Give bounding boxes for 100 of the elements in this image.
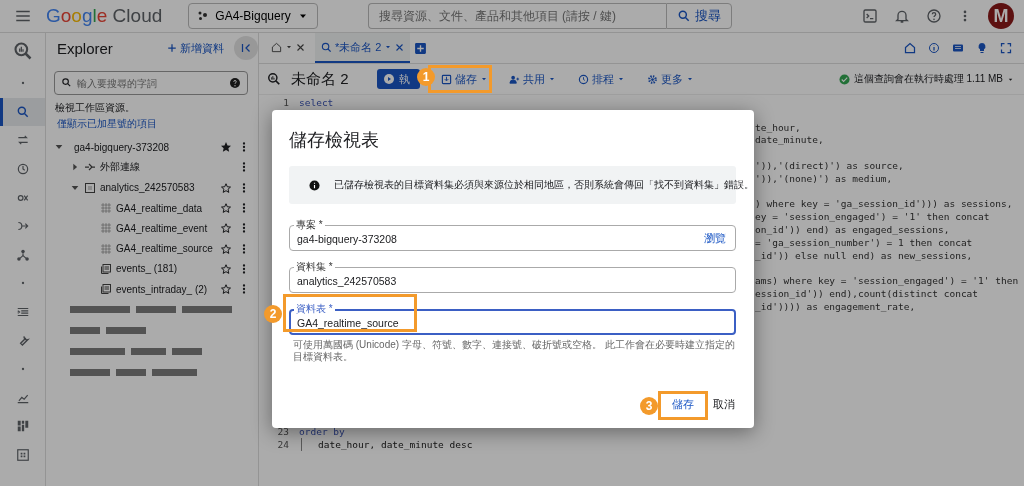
tree-item[interactable]: ga4-bigquery-373208 — [74, 141, 220, 153]
home-icon[interactable] — [904, 42, 916, 54]
code-line: ')),'(none)') as medium, — [755, 172, 893, 184]
dotted-grid-icon — [100, 202, 112, 215]
blurred-text — [116, 369, 146, 377]
search-button[interactable]: 搜尋 — [666, 3, 732, 29]
caret-icon[interactable] — [70, 162, 80, 173]
collapse-icon — [240, 42, 252, 54]
star-icon[interactable] — [220, 181, 232, 194]
plus-icon — [167, 43, 177, 53]
square-grid-icon[interactable] — [15, 448, 30, 462]
save-button[interactable]: 儲存 — [663, 394, 703, 416]
check-circle-icon — [838, 73, 850, 85]
hierarchy-icon[interactable] — [15, 247, 30, 262]
gear-icon — [646, 73, 658, 85]
blurred-text — [70, 369, 110, 377]
fullscreen-icon[interactable] — [1000, 42, 1012, 54]
info-icon[interactable] — [928, 42, 940, 54]
search-icon[interactable] — [15, 104, 30, 119]
star-icon[interactable] — [220, 242, 232, 255]
dotted-grid-icon — [100, 222, 112, 235]
query-size-status: 這個查詢會在執行時處理 1.11 MB — [853, 72, 1003, 86]
query-icon — [267, 72, 281, 86]
browse-link[interactable]: 瀏覽 — [704, 231, 726, 246]
step-number: 2 — [264, 305, 282, 323]
tree-item[interactable]: GA4_realtime_data — [116, 202, 220, 214]
star-icon[interactable] — [220, 141, 232, 154]
close-icon[interactable] — [395, 42, 405, 52]
star-icon[interactable] — [220, 262, 232, 275]
info-icon — [309, 179, 320, 191]
caret-icon — [685, 75, 694, 83]
avatar[interactable]: M — [988, 3, 1014, 29]
code-line: select — [299, 96, 334, 108]
clock-icon[interactable] — [15, 162, 30, 177]
code-line: _id')) else null end) as new_sessions, — [755, 249, 973, 261]
help-icon[interactable] — [926, 8, 942, 24]
add-tab-icon[interactable] — [414, 41, 428, 55]
text-field[interactable]: 專案 * ga4-bigquery-373208 瀏覽 — [289, 219, 736, 251]
save-button[interactable]: 儲存 — [437, 67, 491, 91]
text-field[interactable]: 資料集 * analytics_242570583 — [289, 261, 736, 293]
add-data-button[interactable]: 新增資料 — [161, 40, 230, 56]
line-number: 23 — [276, 426, 290, 438]
line-number: 1 — [282, 96, 290, 108]
close-icon[interactable] — [296, 42, 305, 52]
code-line: ession_id')) end),count(distinct concat — [755, 287, 979, 299]
explorer-search-field[interactable]: 輸入要搜尋的字詞 — [54, 71, 248, 95]
dotted-grid-icon — [100, 242, 112, 255]
code-line: order by — [299, 426, 345, 438]
run-button[interactable]: 執 — [376, 69, 420, 89]
google-cloud-logo[interactable]: Google Cloud — [46, 5, 163, 27]
table-stack-icon — [100, 283, 112, 296]
terminal-icon[interactable] — [862, 8, 878, 24]
tree-item[interactable]: GA4_realtime_event — [116, 222, 220, 234]
caret-icon — [616, 75, 625, 83]
tree-item[interactable]: analytics_242570583 — [100, 182, 220, 194]
help-icon — [229, 77, 241, 89]
tree-item[interactable]: 外部連線 — [100, 160, 238, 175]
highlight-frame — [658, 391, 708, 420]
more-button[interactable]: 更多 — [642, 67, 698, 91]
star-icon[interactable] — [220, 222, 232, 235]
dots-icon — [197, 10, 210, 22]
starred-only-link[interactable]: 僅顯示已加星號的項目 — [57, 117, 258, 131]
dashboard-icon[interactable] — [15, 419, 30, 434]
code-line: te_hour, — [755, 121, 801, 133]
bigquery-logo-icon[interactable] — [12, 41, 33, 61]
project-picker[interactable]: GA4-Bigquery — [188, 3, 318, 29]
caret-icon — [479, 75, 488, 83]
code-line: ) where key = 'ga_session_id'))) as sessions, — [755, 198, 1013, 210]
save-icon — [440, 73, 452, 85]
code-line: on_id')) end) as engaged_sessions, — [755, 223, 950, 235]
editor-tab[interactable]: *未命名 2 — [315, 33, 411, 63]
blurred-text — [70, 348, 125, 356]
keyboard-icon[interactable] — [952, 42, 964, 54]
code-line: = 'ga_session_number') = 1 then concat — [755, 236, 973, 248]
lightbulb-icon[interactable] — [976, 42, 988, 54]
step-number: 1 — [417, 68, 435, 86]
grid-icon — [84, 181, 96, 194]
caret-icon — [384, 43, 393, 51]
blurred-text — [106, 327, 146, 335]
blurred-text — [172, 348, 202, 356]
caret-icon — [547, 75, 556, 83]
tree-item[interactable]: events_ (181) — [116, 263, 220, 275]
panel-title: Explorer — [57, 39, 114, 57]
share-button[interactable]: 共用 — [504, 67, 560, 91]
cancel-button[interactable]: 取消 — [712, 394, 736, 416]
blurred-text — [152, 369, 197, 377]
blurred-text — [70, 327, 100, 335]
tree-item[interactable]: GA4_realtime_source — [116, 243, 220, 255]
star-icon[interactable] — [220, 283, 232, 296]
code-line: ams) where key = 'session_engaged') = '1' then — [755, 275, 1019, 287]
workspace-note: 檢視工作區資源。 — [55, 101, 136, 115]
tree-item[interactable]: events_intraday_ (2) — [116, 283, 220, 295]
collapse-button[interactable] — [234, 36, 258, 60]
play-icon — [382, 73, 395, 85]
schedule-button[interactable]: 排程 — [573, 67, 629, 91]
bell-icon[interactable] — [894, 8, 910, 24]
notice-text: 已儲存檢視表的目標資料集必須與來源位於相同地區，否則系統會傳回「找不到資料集」錯誤。 — [334, 178, 754, 192]
search-field[interactable]: 搜尋資源、文件、產品和其他項目 (請按 / 鍵) — [367, 3, 666, 29]
text-field[interactable]: 資料表 * GA4_realtime_source — [289, 303, 736, 335]
star-icon[interactable] — [220, 202, 232, 215]
